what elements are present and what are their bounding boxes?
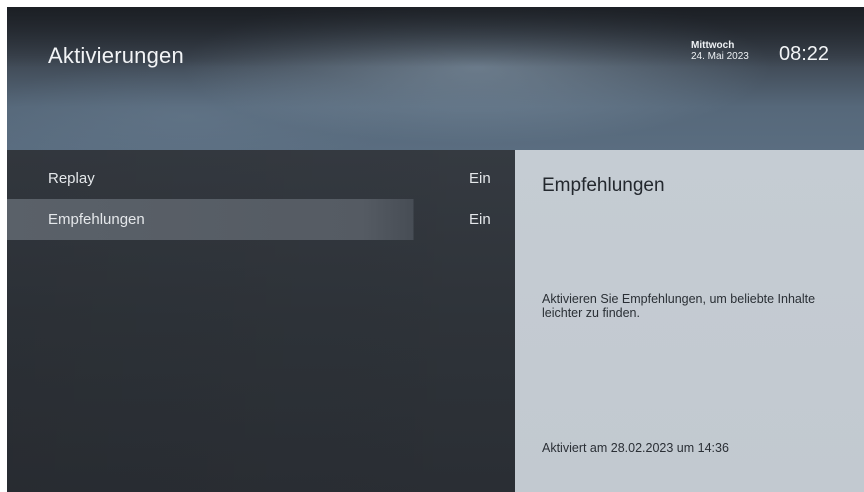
- clock: 08:22: [779, 43, 830, 65]
- date-display: Mittwoch 24. Mai 2023: [691, 40, 749, 62]
- date-label: 24. Mai 2023: [691, 51, 749, 62]
- header: Aktivierungen Mittwoch 24. Mai 2023 08:2…: [7, 7, 864, 150]
- weekday-label: Mittwoch: [691, 40, 735, 51]
- detail-panel: Empfehlungen Aktivieren Sie Empfehlungen…: [515, 150, 864, 492]
- menu-item-replay[interactable]: Replay Ein: [7, 158, 515, 199]
- detail-description: Aktivieren Sie Empfehlungen, um beliebte…: [542, 292, 816, 320]
- tv-screen: Aktivierungen Mittwoch 24. Mai 2023 08:2…: [7, 7, 864, 492]
- detail-status: Aktiviert am 28.02.2023 um 14:36: [542, 441, 729, 455]
- menu-item-label: Empfehlungen: [48, 211, 145, 228]
- menu-item-value: Ein: [469, 170, 491, 187]
- menu-item-label: Replay: [48, 170, 95, 187]
- menu-item-value: Ein: [469, 211, 491, 228]
- page-title: Aktivierungen: [48, 43, 184, 68]
- detail-title: Empfehlungen: [542, 175, 665, 196]
- menu-item-empfehlungen[interactable]: Empfehlungen Ein: [7, 199, 515, 240]
- settings-menu: Replay Ein Empfehlungen Ein: [7, 150, 515, 492]
